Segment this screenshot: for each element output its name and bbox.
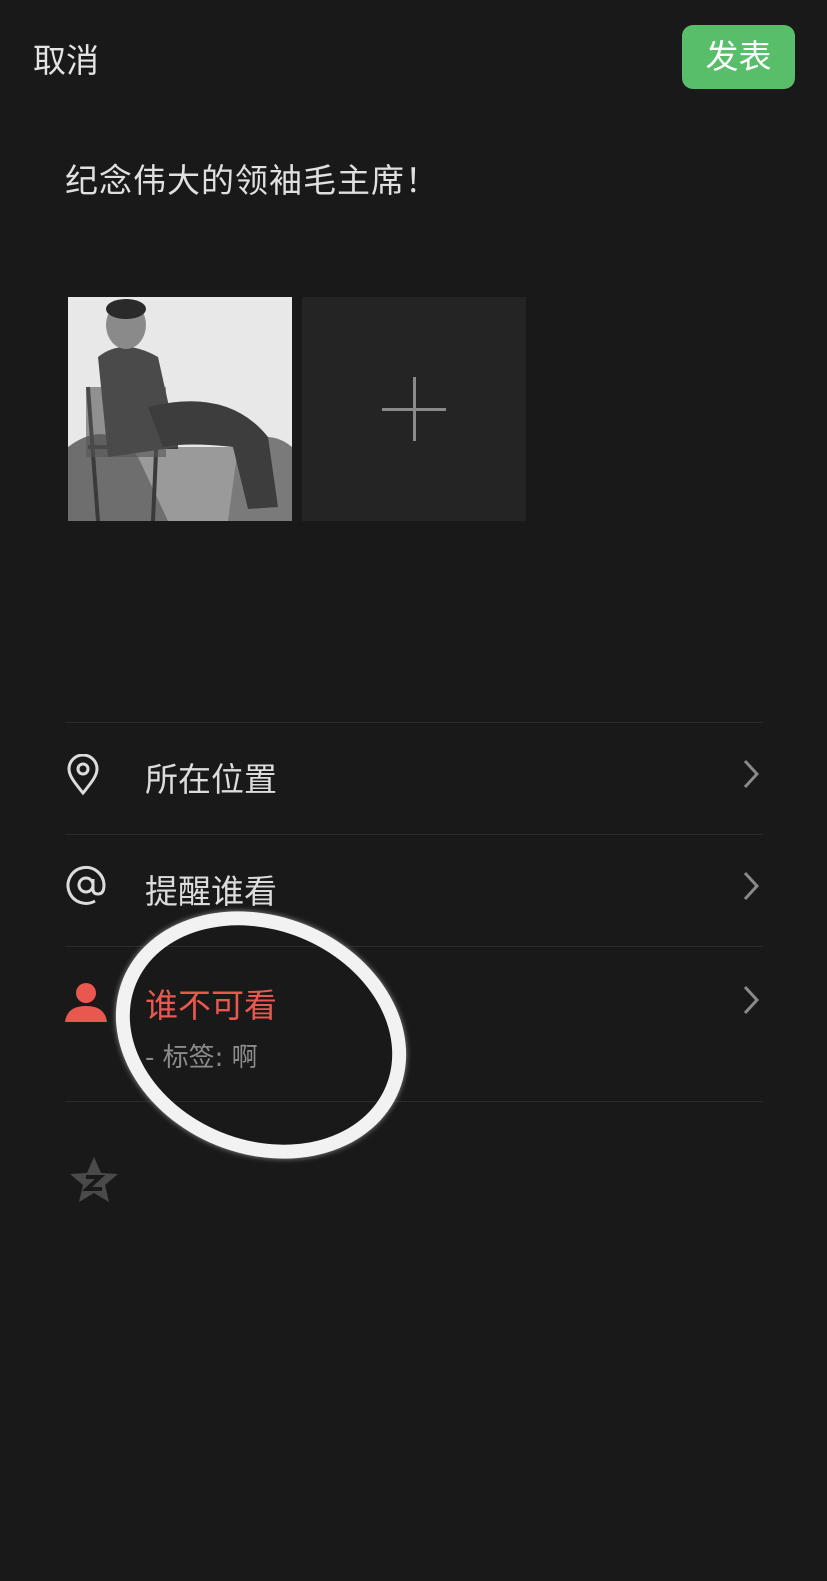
- photo-thumbnail[interactable]: [68, 297, 292, 521]
- visibility-row[interactable]: 谁不可看 - 标签: 啊: [65, 947, 763, 1102]
- visibility-sublabel: - 标签: 啊: [145, 1043, 258, 1073]
- photo-image: [68, 297, 292, 521]
- mention-label: 提醒谁看: [145, 872, 277, 911]
- location-pin-icon: [65, 753, 101, 800]
- top-bar: 取消 发表: [0, 0, 827, 110]
- publish-button[interactable]: 发表: [682, 25, 795, 89]
- cancel-button[interactable]: 取消: [33, 34, 99, 82]
- qzone-star-icon: [70, 1157, 118, 1202]
- mention-row[interactable]: 提醒谁看: [65, 835, 763, 946]
- divider: [65, 1101, 763, 1102]
- at-icon: [65, 863, 107, 911]
- plus-icon-vertical: [413, 377, 416, 441]
- visibility-label: 谁不可看: [145, 986, 277, 1025]
- chevron-right-icon: [743, 871, 760, 905]
- chevron-right-icon: [743, 985, 760, 1019]
- chevron-right-icon: [743, 759, 760, 793]
- location-label: 所在位置: [145, 760, 277, 799]
- qzone-share-toggle[interactable]: [68, 1155, 120, 1209]
- location-row[interactable]: 所在位置: [65, 723, 763, 835]
- person-icon: [65, 982, 107, 1026]
- post-text[interactable]: 纪念伟大的领袖毛主席！: [65, 154, 439, 202]
- add-photo-button[interactable]: [302, 297, 526, 521]
